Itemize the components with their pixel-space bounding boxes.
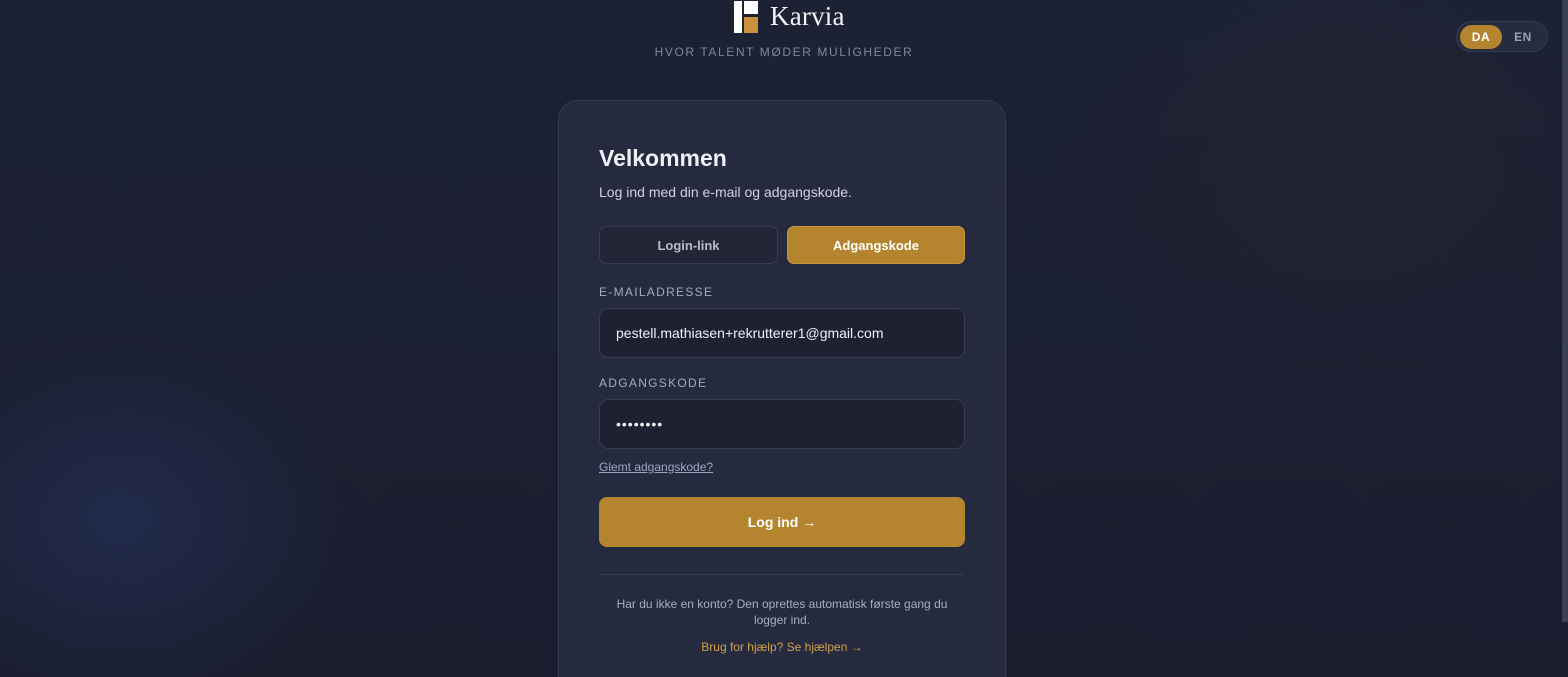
tagline: HVOR TALENT MØDER MULIGHEDER [654, 45, 914, 59]
email-label: E-MAILADRESSE [599, 285, 714, 299]
help-link[interactable]: Brug for hjælp? Se hjælpen → [599, 640, 965, 654]
arrow-right-icon: → [802, 514, 817, 530]
tab-login-link[interactable]: Login-link [599, 226, 778, 264]
language-option-en[interactable]: EN [1502, 25, 1544, 49]
scrollbar[interactable] [1562, 0, 1568, 622]
brand[interactable]: Karvia [734, 0, 845, 34]
login-button-label: Log ind [747, 514, 799, 530]
tab-password[interactable]: Adgangskode [787, 226, 965, 264]
divider [599, 574, 965, 575]
login-card: Velkommen Log ind med din e-mail og adga… [558, 100, 1006, 677]
karvia-logo-icon [734, 1, 758, 33]
language-switcher: DA EN [1456, 21, 1548, 52]
page-title: Velkommen [599, 145, 727, 171]
brand-name: Karvia [770, 0, 845, 31]
no-account-text: Har du ikke en konto? Den oprettes autom… [616, 597, 948, 627]
page-subtitle: Log ind med din e-mail og adgangskode. [599, 184, 852, 200]
language-option-da[interactable]: DA [1460, 24, 1502, 49]
login-method-tabs: Login-link Adgangskode [599, 226, 965, 264]
password-label: ADGANGSKODE [599, 376, 708, 390]
forgot-password-link[interactable]: Glemt adgangskode? [599, 460, 713, 474]
password-field[interactable] [599, 399, 965, 449]
email-field[interactable] [599, 308, 965, 358]
login-button[interactable]: Log ind → [599, 497, 965, 547]
